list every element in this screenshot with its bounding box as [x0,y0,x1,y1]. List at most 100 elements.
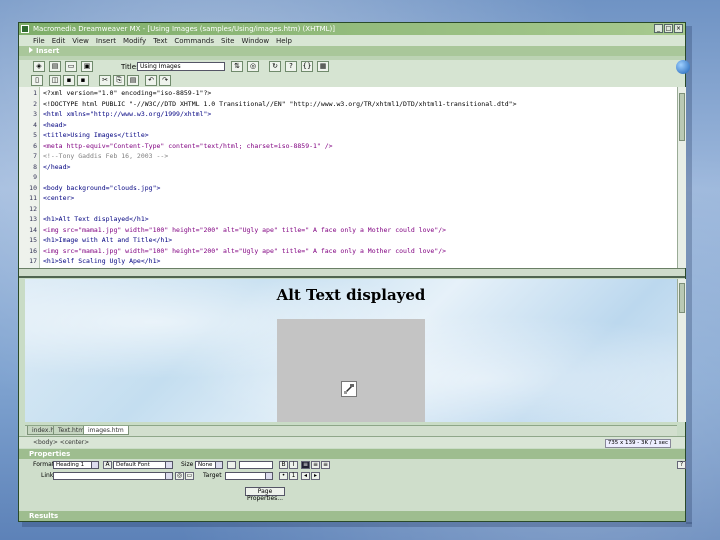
line-number: 1 [33,89,37,97]
menu-help[interactable]: Help [276,37,292,45]
save-all-icon[interactable]: ▪ [77,75,89,86]
code-line[interactable]: 12 [19,205,674,214]
font-value: Default Font [116,462,150,468]
ordered-list-button[interactable]: 1 [289,472,298,480]
tab-images[interactable]: images.htm [83,426,129,435]
indent-button[interactable]: ▸ [311,472,320,480]
bold-button[interactable]: B [279,461,288,469]
align-left-button[interactable]: ≡ [301,461,310,469]
insert-panel-header[interactable]: Insert [19,46,685,56]
menu-text[interactable]: Text [153,37,167,45]
align-center-button[interactable]: ≡ [311,461,320,469]
design-scrollbar[interactable] [677,279,686,422]
title-label: Title: [121,63,139,71]
code-line[interactable]: 5 <title>Using Images</title> [19,131,674,140]
menu-insert[interactable]: Insert [96,37,116,45]
line-number: 5 [33,131,37,139]
format-value: Heading 1 [56,462,85,468]
align-right-button[interactable]: ≡ [321,461,330,469]
image-placeholder[interactable] [277,319,425,422]
view-splitter[interactable] [19,268,685,278]
tag-selector[interactable]: <body> <center> [33,437,89,448]
code-line[interactable]: 14 <img src="mama1.jpg" width="100" heigh… [19,226,674,235]
menu-file[interactable]: File [33,37,45,45]
design-view[interactable]: Alt Text displayed [25,279,677,422]
menu-edit[interactable]: Edit [52,37,66,45]
line-number: 11 [29,194,37,202]
preview-icon[interactable]: ◎ [247,61,259,72]
format-label: Format [33,461,55,468]
code-text: <html xmlns="http://www.w3.org/1999/xhtm… [43,110,212,118]
browse-folder-icon[interactable]: ▭ [185,472,194,480]
link-input[interactable] [53,472,173,480]
title-input[interactable]: Using Images [137,62,225,71]
reference-icon[interactable]: ? [285,61,297,72]
undo-icon[interactable]: ↶ [145,75,157,86]
italic-button[interactable]: I [289,461,298,469]
paste-icon[interactable]: ▤ [127,75,139,86]
design-scrollbar-thumb[interactable] [679,283,685,313]
view-options-icon[interactable]: ▦ [317,61,329,72]
file-management-icon[interactable]: ⇅ [231,61,243,72]
browser-logo-icon [676,60,690,74]
help-icon[interactable]: ? [677,461,686,469]
outdent-button[interactable]: ◂ [301,472,310,480]
code-line[interactable]: 1 <?xml version="1.0" encoding="iso-8859-… [19,89,674,98]
document-toolbar: ◈ ▤ ▭ ▣ Title: Using Images ⇅ ◎ ↻ ? {} ▦ [19,60,685,74]
unordered-list-button[interactable]: • [279,472,288,480]
save-icon[interactable]: ▪ [63,75,75,86]
format-select[interactable]: Heading 1 [53,461,99,469]
code-line[interactable]: 17 <h1>Self Scaling Ugly Ape</h1> [19,257,674,266]
css-icon[interactable]: A [103,461,112,469]
new-file-icon[interactable]: ▯ [31,75,43,86]
code-scrollbar-thumb[interactable] [679,93,685,141]
code-line[interactable]: 3 <html xmlns="http://www.w3.org/1999/xht… [19,110,674,119]
code-line[interactable]: 11 <center> [19,194,674,203]
results-label: Results [29,512,59,520]
code-line[interactable]: 10 <body background="clouds.jpg"> [19,184,674,193]
split-view-icon[interactable]: ▤ [49,61,61,72]
maximize-button[interactable]: □ [664,24,673,33]
color-input[interactable] [239,461,273,469]
design-view-icon[interactable]: ▭ [65,61,77,72]
results-panel-header[interactable]: Results [19,511,685,521]
close-button[interactable]: × [674,24,683,33]
font-select[interactable]: Default Font [113,461,173,469]
code-line[interactable]: 13 <h1>Alt Text displayed</h1> [19,215,674,224]
code-line[interactable]: 15 <h1>Image with Alt and Title</h1> [19,236,674,245]
code-view[interactable]: 1 <?xml version="1.0" encoding="iso-8859-… [19,87,677,268]
code-scrollbar[interactable] [677,87,686,268]
code-line[interactable]: 2 <!DOCTYPE html PUBLIC "-//W3C//DTD XHTM… [19,100,674,109]
open-file-icon[interactable]: ◫ [49,75,61,86]
code-line[interactable]: 16 <img src="mama1.jpg" width="100" heigh… [19,247,674,256]
code-navigation-icon[interactable]: {} [301,61,313,72]
code-line[interactable]: 7 <!--Tony Gaddis Feb 16, 2003 --> [19,152,674,161]
target-select[interactable] [225,472,273,480]
line-number: 8 [33,162,37,171]
page-properties-button[interactable]: Page Properties... [245,487,285,502]
redo-icon[interactable]: ↷ [159,75,171,86]
window-shadow-right [686,26,692,524]
minimize-button[interactable]: _ [654,24,663,33]
window-title: Macromedia Dreamweaver MX - [Using Image… [33,25,336,33]
code-line[interactable]: 9 [19,173,674,182]
code-view-icon[interactable]: ◈ [33,61,45,72]
code-line[interactable]: 4 <head> [19,121,674,130]
menu-window[interactable]: Window [241,37,269,45]
code-line[interactable]: 8 </head> [19,163,674,172]
menu-commands[interactable]: Commands [174,37,214,45]
refresh-icon[interactable]: ↻ [269,61,281,72]
copy-icon[interactable]: ⎘ [113,75,125,86]
window-size-indicator[interactable]: 735 x 139 - 3K / 1 sec [604,439,671,448]
code-text: <h1>Self Scaling Ugly Ape</h1> [43,257,161,265]
menu-modify[interactable]: Modify [123,37,146,45]
size-select[interactable]: None [195,461,223,469]
menu-view[interactable]: View [72,37,89,45]
color-swatch[interactable] [227,461,236,469]
menu-site[interactable]: Site [221,37,234,45]
cut-icon[interactable]: ✂ [99,75,111,86]
code-line[interactable]: 6 <meta http-equiv="Content-Type" content… [19,142,674,151]
live-data-icon[interactable]: ▣ [81,61,93,72]
properties-panel-header[interactable]: Properties [19,449,685,459]
point-to-file-icon[interactable]: ◎ [175,472,184,480]
